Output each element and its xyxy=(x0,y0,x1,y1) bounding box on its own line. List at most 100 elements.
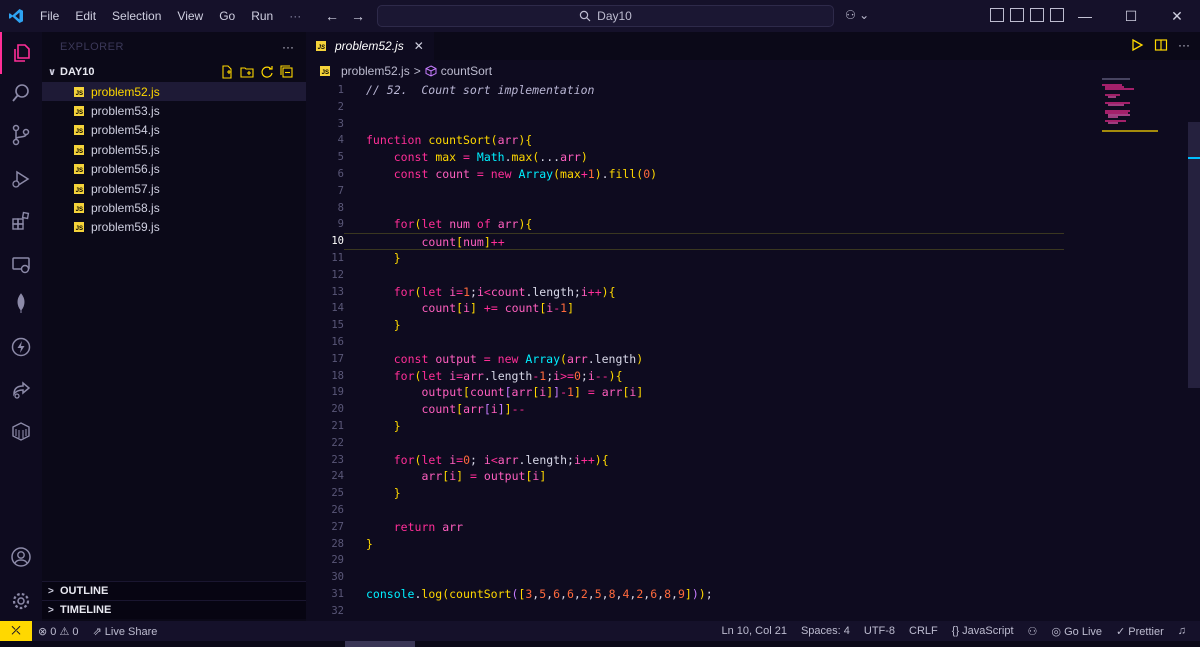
file-item[interactable]: JS problem58.js xyxy=(42,198,306,217)
go-live-button[interactable]: ◎ Go Live xyxy=(1051,625,1102,638)
close-tab-icon[interactable]: ✕ xyxy=(414,39,424,53)
command-center-search[interactable]: Day10 xyxy=(377,5,834,27)
live-share-status[interactable]: ⇗ Live Share xyxy=(92,625,157,638)
back-arrow-icon[interactable]: ← xyxy=(325,8,339,24)
code-editor[interactable]: 1// 52. Count sort implementation 2 3 4 func… xyxy=(306,82,1200,620)
code-line[interactable]: 17 const output = new Array(arr.length) xyxy=(306,351,1200,368)
prettier-status[interactable]: ✓ Prettier xyxy=(1116,625,1164,638)
editor-scrollbar[interactable] xyxy=(1188,122,1200,388)
indentation[interactable]: Spaces: 4 xyxy=(801,625,850,637)
code-line[interactable]: 7 xyxy=(306,183,1200,200)
code-line[interactable]: 16 xyxy=(306,334,1200,351)
code-line[interactable]: 10 count[num]++ xyxy=(306,233,1200,250)
code-line[interactable]: 22 xyxy=(306,435,1200,452)
timeline-section[interactable]: > TIMELINE xyxy=(42,600,306,619)
cursor-position[interactable]: Ln 10, Col 21 xyxy=(722,625,787,637)
code-line[interactable]: 28} xyxy=(306,536,1200,553)
minimize-button[interactable]: — xyxy=(1062,0,1108,32)
menu-file[interactable]: File xyxy=(32,0,67,32)
encoding[interactable]: UTF-8 xyxy=(864,625,895,637)
split-editor-icon[interactable] xyxy=(1154,38,1168,52)
sidebar-more-button[interactable]: ··· xyxy=(282,40,294,54)
file-item[interactable]: JS problem54.js xyxy=(42,121,306,140)
close-window-button[interactable]: ✕ xyxy=(1154,0,1200,32)
code-line[interactable]: 25 } xyxy=(306,485,1200,502)
explorer-icon[interactable] xyxy=(0,32,42,74)
file-item[interactable]: JS problem55.js xyxy=(42,140,306,159)
code-line[interactable]: 8 xyxy=(306,200,1200,217)
run-icon[interactable] xyxy=(1130,38,1144,52)
menu-run[interactable]: Run xyxy=(243,0,281,32)
breadcrumb-symbol[interactable]: countSort xyxy=(441,64,492,78)
code-line[interactable]: 21 } xyxy=(306,418,1200,435)
menu-selection[interactable]: Selection xyxy=(104,0,169,32)
problems-indicator[interactable]: ⊗ 0 ⚠ 0 xyxy=(38,625,78,638)
code-line[interactable]: 29 xyxy=(306,552,1200,569)
toggle-panel-icon[interactable] xyxy=(1030,8,1044,22)
code-line[interactable]: 14 count[i] += count[i-1] xyxy=(306,300,1200,317)
copilot-status-icon[interactable]: ⚇ xyxy=(1028,625,1038,638)
refresh-icon[interactable] xyxy=(260,65,274,79)
code-line[interactable]: 32 xyxy=(306,603,1200,620)
code-line[interactable]: 4 function countSort(arr){ xyxy=(306,132,1200,149)
containers-icon[interactable] xyxy=(0,410,42,452)
collapse-all-icon[interactable] xyxy=(280,65,294,79)
code-line[interactable]: 1 // 52. Count sort implementation xyxy=(306,82,1200,99)
notifications-bell-icon[interactable]: ♫ xyxy=(1178,625,1186,637)
code-line[interactable]: 9 for(let num of arr){ xyxy=(306,216,1200,233)
code-line[interactable]: 12 xyxy=(306,267,1200,284)
extensions-icon[interactable] xyxy=(0,200,42,242)
code-line[interactable]: 24 arr[i] = output[i] xyxy=(306,468,1200,485)
thunder-client-icon[interactable] xyxy=(0,326,42,368)
code-line[interactable]: 19 output[count[arr[i]]-1] = arr[i] xyxy=(306,384,1200,401)
accounts-icon[interactable] xyxy=(0,536,42,578)
code-line[interactable]: 23 for(let i=0; i<arr.length;i++){ xyxy=(306,452,1200,469)
file-item[interactable]: JS problem57.js xyxy=(42,179,306,198)
file-item[interactable]: JS problem52.js xyxy=(42,82,306,102)
live-share-icon[interactable] xyxy=(0,368,42,410)
source-control-icon[interactable] xyxy=(0,114,42,156)
menu-more-button[interactable]: ··· xyxy=(281,9,309,23)
file-item[interactable]: JS problem56.js xyxy=(42,160,306,179)
file-item[interactable]: JS problem59.js xyxy=(42,218,306,237)
forward-arrow-icon[interactable]: → xyxy=(351,8,365,24)
mongodb-leaf-icon[interactable] xyxy=(0,282,42,324)
code-line[interactable]: 3 xyxy=(306,116,1200,133)
code-line[interactable]: 18 for(let i=arr.length-1;i>=0;i--){ xyxy=(306,368,1200,385)
new-file-icon[interactable] xyxy=(220,65,234,79)
search-icon[interactable] xyxy=(0,72,42,114)
file-item[interactable]: JS problem53.js xyxy=(42,101,306,120)
tab-problem52[interactable]: JS problem52.js ✕ xyxy=(306,32,434,60)
code-line[interactable]: 27 return arr xyxy=(306,519,1200,536)
menu-view[interactable]: View xyxy=(169,0,211,32)
editor-more-button[interactable]: ··· xyxy=(1178,38,1190,52)
maximize-button[interactable]: ☐ xyxy=(1108,0,1154,32)
code-line[interactable]: 2 xyxy=(306,99,1200,116)
code-line[interactable]: 20 count[arr[i]]-- xyxy=(306,401,1200,418)
customize-layout-icon[interactable] xyxy=(990,8,1004,22)
code-line[interactable]: 5 const max = Math.max(...arr) xyxy=(306,149,1200,166)
code-line[interactable]: 11 } xyxy=(306,250,1200,267)
new-folder-icon[interactable] xyxy=(240,65,254,79)
settings-gear-icon[interactable] xyxy=(0,580,42,622)
code-line[interactable]: 31 console.log(countSort([3,5,6,6,2,5,8,4… xyxy=(306,586,1200,603)
toggle-sidebar-icon[interactable] xyxy=(1010,8,1024,22)
code-line[interactable]: 30 xyxy=(306,569,1200,586)
code-line[interactable]: 6 const count = new Array(max+1).fill(0) xyxy=(306,166,1200,183)
minimap[interactable] xyxy=(1100,76,1160,136)
menu-go[interactable]: Go xyxy=(211,0,243,32)
folder-day10[interactable]: ∨ DAY10 xyxy=(42,62,306,82)
sidebar-header: EXPLORER ··· xyxy=(42,32,306,62)
breadcrumb-file[interactable]: problem52.js xyxy=(341,64,410,78)
remote-indicator-icon[interactable]: ⤫ xyxy=(0,621,32,641)
run-debug-icon[interactable] xyxy=(0,158,42,200)
language-mode[interactable]: {} JavaScript xyxy=(952,625,1014,637)
menu-edit[interactable]: Edit xyxy=(67,0,104,32)
code-line[interactable]: 15 } xyxy=(306,317,1200,334)
end-of-line[interactable]: CRLF xyxy=(909,625,938,637)
copilot-icon[interactable]: ⚇ ⌄ xyxy=(845,8,869,22)
remote-explorer-icon[interactable] xyxy=(0,244,42,286)
outline-section[interactable]: > OUTLINE xyxy=(42,581,306,600)
code-line[interactable]: 26 xyxy=(306,502,1200,519)
code-line[interactable]: 13 for(let i=1;i<count.length;i++){ xyxy=(306,284,1200,301)
